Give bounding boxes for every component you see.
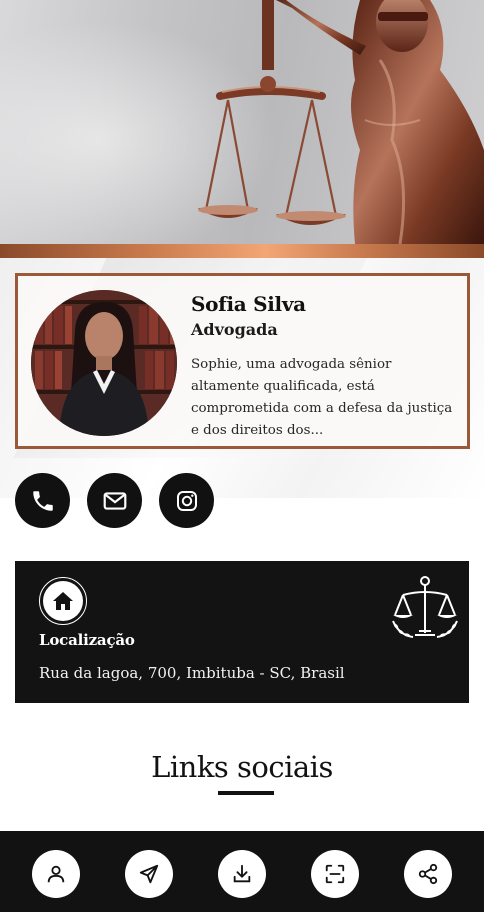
location-title: Localização	[39, 631, 135, 649]
bottom-action-bar	[0, 831, 484, 912]
home-icon	[53, 592, 73, 610]
profile-card: Sofia Silva Advogada Sophie, uma advogad…	[15, 273, 470, 449]
send-icon	[139, 864, 159, 884]
social-title-underline	[218, 791, 274, 795]
send-button[interactable]	[125, 850, 173, 898]
location-card: Localização Rua da lagoa, 700, Imbituba …	[15, 561, 469, 703]
profile-bio: Sophie, uma advogada sênior altamente qu…	[191, 357, 453, 438]
social-links-title: Links sociais	[151, 750, 333, 784]
share-icon	[418, 863, 438, 885]
profile-role: Advogada	[191, 320, 278, 339]
copper-band	[0, 244, 484, 258]
law-scales-emblem-icon	[392, 576, 458, 638]
instagram-icon	[176, 490, 197, 511]
lady-justice-image	[198, 0, 484, 244]
location-address[interactable]: Rua da lagoa, 700, Imbituba - SC, Brasil	[39, 664, 345, 682]
download-icon	[233, 864, 251, 883]
scan-icon	[325, 864, 345, 884]
instagram-button[interactable]	[159, 473, 214, 528]
contact-buttons	[15, 473, 214, 528]
avatar	[31, 290, 177, 436]
user-icon	[47, 865, 65, 883]
phone-icon	[32, 490, 53, 511]
home-button[interactable]	[39, 577, 87, 625]
mail-icon	[103, 491, 126, 510]
lawyer-portrait-image	[31, 290, 177, 436]
save-contact-button[interactable]	[32, 850, 80, 898]
hero-banner	[0, 0, 484, 244]
phone-button[interactable]	[15, 473, 70, 528]
scan-button[interactable]	[311, 850, 359, 898]
share-button[interactable]	[404, 850, 452, 898]
profile-name: Sofia Silva	[191, 292, 306, 316]
email-button[interactable]	[87, 473, 142, 528]
download-button[interactable]	[218, 850, 266, 898]
